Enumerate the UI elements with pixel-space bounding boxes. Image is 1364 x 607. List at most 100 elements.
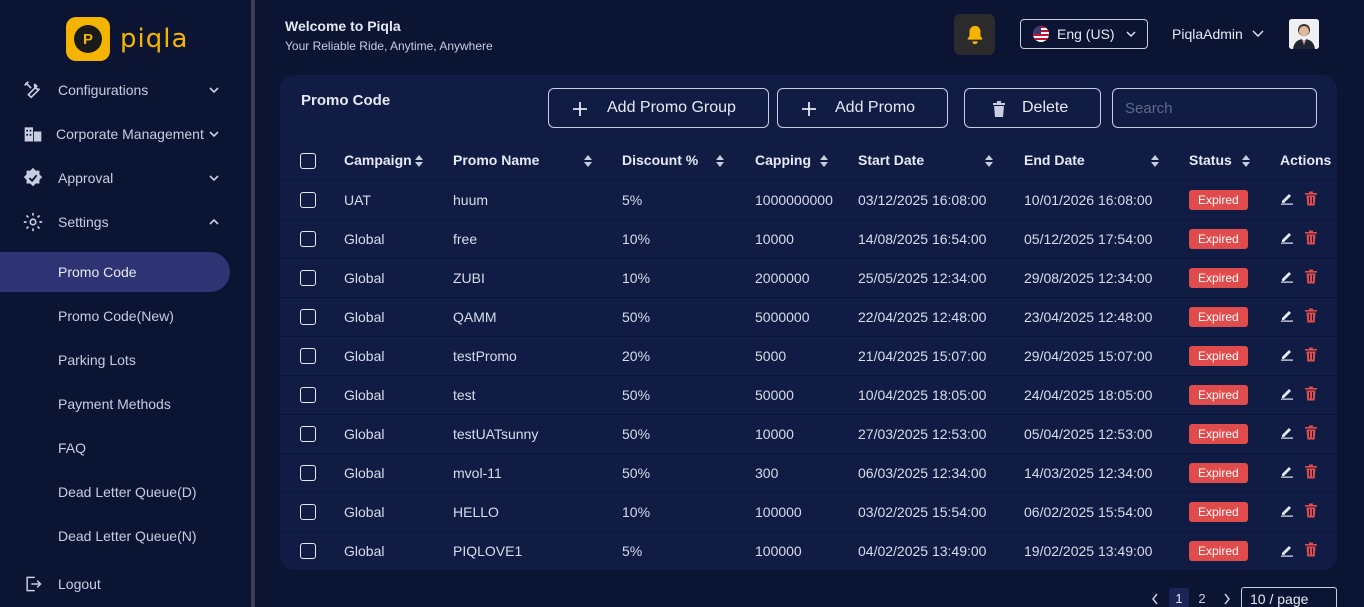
edit-icon[interactable] — [1280, 543, 1294, 557]
chevron-down-icon[interactable] — [1252, 28, 1264, 40]
row-checkbox[interactable] — [300, 465, 316, 482]
header-end-date[interactable]: End Date — [1024, 141, 1189, 181]
cell-campaign-text: Global — [344, 347, 385, 364]
header-discount[interactable]: Discount % — [622, 141, 755, 181]
cell-campaign: Global — [344, 530, 453, 570]
cell-start_date: 21/04/2025 15:07:00 — [858, 335, 1024, 375]
trash-icon[interactable] — [1304, 230, 1318, 245]
logout-button[interactable]: Logout — [0, 564, 251, 604]
edit-icon[interactable] — [1280, 386, 1294, 400]
add-promo-group-button[interactable]: Add Promo Group — [548, 88, 769, 128]
pagination-prev-icon[interactable] — [1150, 592, 1160, 606]
table-row[interactable]: Global testUATsunny 50% 10000 27/03/2025 12:… — [280, 413, 1337, 453]
table-row[interactable]: Global PIQLOVE1 5% 100000 04/02/2025 13:49:0… — [280, 530, 1337, 570]
sort-icon — [820, 155, 828, 167]
trash-icon[interactable] — [1304, 191, 1318, 206]
user-menu[interactable]: PiqlaAdmin — [1172, 26, 1243, 42]
add-promo-group-label: Add Promo Group — [607, 99, 736, 116]
pagination-page-1[interactable]: 1 — [1169, 588, 1189, 607]
header-capping[interactable]: Capping — [755, 141, 858, 181]
pagination-next-icon[interactable] — [1222, 592, 1232, 606]
header-label: Start Date — [858, 152, 925, 169]
pagination-page-2[interactable]: 2 — [1192, 588, 1212, 607]
edit-icon[interactable] — [1280, 347, 1294, 361]
table-row[interactable]: Global testPromo 20% 5000 21/04/2025 15:07:0… — [280, 335, 1337, 375]
language-label: Eng (US) — [1057, 26, 1115, 42]
table-row[interactable]: Global test 50% 50000 10/04/2025 18:05:00 24/… — [280, 374, 1337, 414]
sidebar-subitem-dead-letter-queue-n[interactable]: Dead Letter Queue(N) — [0, 516, 230, 556]
cell-campaign-text: Global — [344, 230, 385, 247]
trash-icon[interactable] — [1304, 308, 1318, 323]
trash-icon[interactable] — [1304, 347, 1318, 362]
sidebar-item-approval[interactable]: Approval — [0, 158, 251, 198]
sidebar-subitem-payment-methods[interactable]: Payment Methods — [0, 384, 230, 424]
row-checkbox[interactable] — [300, 387, 316, 404]
sidebar-subitem-dead-letter-queue-d[interactable]: Dead Letter Queue(D) — [0, 472, 230, 512]
cell-actions — [1280, 296, 1337, 336]
chevron-down-icon — [209, 175, 219, 182]
search-input[interactable] — [1112, 88, 1317, 128]
sidebar-item-corporate-management[interactable]: Corporate Management — [0, 114, 251, 154]
table-row[interactable]: UAT huum 5% 1000000000 03/12/2025 16:08:00 10… — [280, 180, 1337, 219]
table-row[interactable]: Global ZUBI 10% 2000000 25/05/2025 12:34:00 2… — [280, 257, 1337, 297]
sidebar-scrollbar[interactable] — [251, 0, 255, 607]
row-checkbox[interactable] — [300, 348, 316, 365]
cell-promo_name-text: testPromo — [453, 347, 517, 364]
row-checkbox[interactable] — [300, 426, 316, 443]
sidebar-subitem-faq[interactable]: FAQ — [0, 428, 230, 468]
sidebar-subitem-promo-code-new[interactable]: Promo Code(New) — [0, 296, 230, 336]
header-start-date[interactable]: Start Date — [858, 141, 1024, 181]
sidebar-subitem-promo-code[interactable]: Promo Code — [0, 252, 230, 292]
row-checkbox[interactable] — [300, 543, 316, 560]
header-status[interactable]: Status — [1189, 141, 1280, 181]
edit-icon[interactable] — [1280, 308, 1294, 322]
sidebar-subitem-parking-lots[interactable]: Parking Lots — [0, 340, 230, 380]
edit-icon[interactable] — [1280, 503, 1294, 517]
cell-discount-text: 50% — [622, 464, 651, 481]
row-checkbox[interactable] — [300, 231, 316, 248]
brand-logo[interactable]: P piqla — [66, 17, 188, 61]
language-select[interactable]: Eng (US) — [1020, 19, 1148, 49]
edit-icon[interactable] — [1280, 464, 1294, 478]
trash-icon[interactable] — [1304, 386, 1318, 401]
trash-icon[interactable] — [1304, 503, 1318, 518]
delete-button[interactable]: Delete — [964, 88, 1101, 128]
table-row[interactable]: Global HELLO 10% 100000 03/02/2025 15:54:00 0… — [280, 491, 1337, 531]
row-checkbox[interactable] — [300, 504, 316, 521]
edit-icon[interactable] — [1280, 230, 1294, 244]
cell-start_date-text: 03/02/2025 15:54:00 — [858, 503, 987, 520]
notifications-button[interactable] — [954, 14, 995, 55]
cell-select — [280, 530, 344, 570]
cell-promo_name-text: mvol-11 — [453, 464, 502, 481]
trash-icon[interactable] — [1304, 269, 1318, 284]
edit-icon[interactable] — [1280, 425, 1294, 439]
delete-label: Delete — [1022, 99, 1069, 116]
cell-capping: 10000 — [755, 413, 858, 453]
sidebar-item-configurations[interactable]: Configurations — [0, 70, 251, 110]
trash-icon[interactable] — [1304, 542, 1318, 557]
avatar[interactable] — [1289, 19, 1319, 49]
header-promo-name[interactable]: Promo Name — [453, 141, 622, 181]
page-size-select[interactable]: 10 / page — [1241, 587, 1337, 607]
add-promo-button[interactable]: Add Promo — [777, 88, 948, 128]
table-row[interactable]: Global free 10% 10000 14/08/2025 16:54:00 05/… — [280, 218, 1337, 258]
edit-icon[interactable] — [1280, 191, 1294, 205]
row-checkbox[interactable] — [300, 270, 316, 287]
select-all-checkbox[interactable] — [300, 152, 316, 169]
row-checkbox[interactable] — [300, 192, 316, 209]
table-row[interactable]: Global mvol-11 50% 300 06/03/2025 12:34:00 14… — [280, 452, 1337, 492]
edit-icon[interactable] — [1280, 269, 1294, 283]
trash-icon[interactable] — [1304, 464, 1318, 479]
cell-capping-text: 5000 — [755, 347, 787, 364]
cell-discount: 5% — [622, 530, 755, 570]
table-row[interactable]: Global QAMM 50% 5000000 22/04/2025 12:48:00 2… — [280, 296, 1337, 336]
header-campaign[interactable]: Campaign — [344, 141, 453, 181]
cell-start_date: 03/02/2025 15:54:00 — [858, 491, 1024, 531]
cell-campaign: Global — [344, 218, 453, 258]
cell-promo_name-text: ZUBI — [453, 269, 485, 286]
sidebar-subitem-label: Promo Code — [58, 264, 137, 280]
cell-end_date: 10/01/2026 16:08:00 — [1024, 180, 1189, 219]
trash-icon[interactable] — [1304, 425, 1318, 440]
sidebar-item-settings[interactable]: Settings — [0, 202, 251, 242]
row-checkbox[interactable] — [300, 309, 316, 326]
